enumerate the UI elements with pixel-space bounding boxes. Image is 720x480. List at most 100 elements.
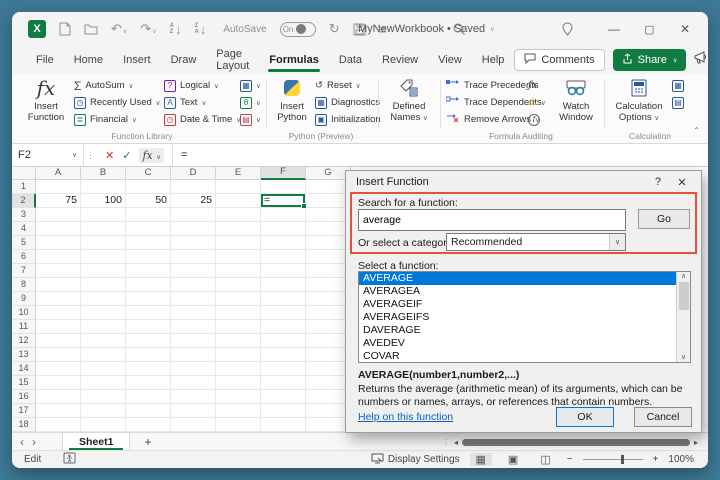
tab-data[interactable]: Data (329, 46, 372, 74)
row-header-5[interactable]: 5 (12, 236, 36, 250)
cell-D9[interactable] (171, 292, 216, 306)
sync-icon[interactable]: ↻ (329, 21, 340, 37)
row-header-15[interactable]: 15 (12, 376, 36, 390)
cell-E14[interactable] (216, 362, 261, 376)
redo-button[interactable]: ↷∨ (140, 21, 156, 37)
cell-D16[interactable] (171, 390, 216, 404)
tab-page-layout[interactable]: Page Layout (206, 46, 259, 74)
autosave-toggle[interactable]: On (279, 21, 316, 37)
cell-A17[interactable] (36, 404, 81, 418)
cell-F5[interactable] (261, 236, 306, 250)
column-header-C[interactable]: C (126, 167, 171, 180)
name-box[interactable]: F2 ∨ (12, 144, 84, 166)
cell-D3[interactable] (171, 208, 216, 222)
tab-home[interactable]: Home (64, 46, 113, 74)
cell-E8[interactable] (216, 278, 261, 292)
pin-icon[interactable] (562, 12, 573, 46)
cell-B16[interactable] (81, 390, 126, 404)
cell-C12[interactable] (126, 334, 171, 348)
cell-A13[interactable] (36, 348, 81, 362)
cancel-entry-icon[interactable]: ✕ (105, 149, 114, 162)
comments-button[interactable]: Comments (514, 49, 605, 71)
add-sheet-button[interactable]: + (130, 435, 165, 449)
cell-B7[interactable] (81, 264, 126, 278)
cell-F4[interactable] (261, 222, 306, 236)
cell-B12[interactable] (81, 334, 126, 348)
evaluate-formula-button[interactable]: ƒ (528, 112, 546, 127)
cell-F16[interactable] (261, 390, 306, 404)
namebox-splitter[interactable]: ⋮ (84, 150, 97, 161)
zoom-out-icon[interactable]: − (567, 454, 573, 465)
calculate-now-button[interactable]: ▦ (672, 78, 684, 93)
cell-C15[interactable] (126, 376, 171, 390)
cancel-button[interactable]: Cancel (634, 407, 692, 427)
tab-draw[interactable]: Draw (161, 46, 207, 74)
tab-file[interactable]: File (26, 46, 64, 74)
cell-C1[interactable] (126, 180, 171, 194)
cell-D13[interactable] (171, 348, 216, 362)
help-on-function-link[interactable]: Help on this function (358, 411, 453, 423)
row-header-10[interactable]: 10 (12, 306, 36, 320)
open-folder-icon[interactable] (84, 23, 98, 35)
lookup-reference-button[interactable]: ▦ ∨ (240, 78, 261, 93)
sheet-next-icon[interactable]: › (32, 435, 44, 449)
math-trig-button[interactable]: θ ∨ (240, 95, 261, 110)
watch-window-button[interactable]: Watch Window (554, 77, 598, 131)
cell-B14[interactable] (81, 362, 126, 376)
text-button[interactable]: A Text ∨ (164, 95, 241, 110)
cell-A15[interactable] (36, 376, 81, 390)
insert-python-button[interactable]: Insert Python (270, 77, 314, 131)
cell-D5[interactable] (171, 236, 216, 250)
row-header-16[interactable]: 16 (12, 390, 36, 404)
cell-A4[interactable] (36, 222, 81, 236)
logical-button[interactable]: ? Logical ∨ (164, 78, 241, 93)
row-header-6[interactable]: 6 (12, 250, 36, 264)
accessibility-icon[interactable] (63, 452, 76, 467)
cell-A9[interactable] (36, 292, 81, 306)
cell-B4[interactable] (81, 222, 126, 236)
cell-C6[interactable] (126, 250, 171, 264)
cell-D14[interactable] (171, 362, 216, 376)
cell-C3[interactable] (126, 208, 171, 222)
error-checking-button[interactable]: ⚠ ∨ (528, 95, 546, 110)
formula-input[interactable]: = (173, 149, 708, 161)
cell-B2[interactable]: 100 (81, 194, 126, 208)
row-header-7[interactable]: 7 (12, 264, 36, 278)
cell-B8[interactable] (81, 278, 126, 292)
recently-used-button[interactable]: ◷ Recently Used ∨ (74, 95, 161, 110)
cell-A8[interactable] (36, 278, 81, 292)
cell-F7[interactable] (261, 264, 306, 278)
sheet-prev-icon[interactable]: ‹ (12, 435, 32, 449)
cell-C9[interactable] (126, 292, 171, 306)
sort-za-icon[interactable]: Z A ↓ (194, 22, 206, 37)
cell-D11[interactable] (171, 320, 216, 334)
cell-C7[interactable] (126, 264, 171, 278)
row-header-1[interactable]: 1 (12, 180, 36, 194)
zoom-slider[interactable] (582, 455, 643, 464)
date-time-button[interactable]: ◷ Date & Time ∨ (164, 112, 241, 127)
cell-F15[interactable] (261, 376, 306, 390)
cell-B15[interactable] (81, 376, 126, 390)
cell-A10[interactable] (36, 306, 81, 320)
category-dropdown[interactable]: Recommended ∨ (446, 233, 626, 251)
select-all-corner[interactable] (12, 167, 36, 180)
cell-C17[interactable] (126, 404, 171, 418)
zoom-level[interactable]: 100% (668, 454, 694, 465)
defined-names-button[interactable]: Defined Names ∨ (384, 77, 434, 131)
collapse-ribbon-icon[interactable]: ⌃ (693, 126, 700, 135)
cell-B11[interactable] (81, 320, 126, 334)
hscroll-thumb[interactable] (461, 438, 690, 446)
row-header-17[interactable]: 17 (12, 404, 36, 418)
cell-D1[interactable] (171, 180, 216, 194)
cell-F6[interactable] (261, 250, 306, 264)
row-header-18[interactable]: 18 (12, 418, 36, 432)
tab-review[interactable]: Review (372, 46, 428, 74)
cell-E5[interactable] (216, 236, 261, 250)
cell-B1[interactable] (81, 180, 126, 194)
row-header-3[interactable]: 3 (12, 208, 36, 222)
cell-D4[interactable] (171, 222, 216, 236)
cell-D15[interactable] (171, 376, 216, 390)
scrollbar-splitter[interactable]: ⋮ (442, 438, 450, 447)
function-list-scrollbar[interactable]: ∧ ∨ (676, 272, 690, 362)
cell-B5[interactable] (81, 236, 126, 250)
